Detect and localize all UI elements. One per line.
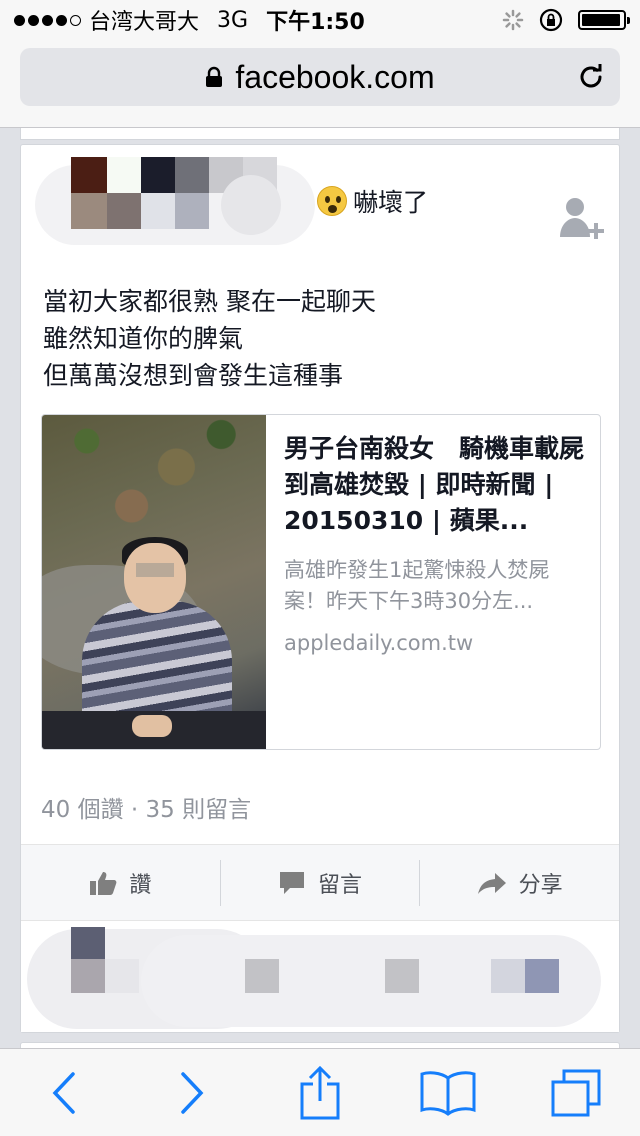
battery-icon (578, 10, 630, 30)
share-arrow-icon (477, 872, 506, 894)
add-friend-icon[interactable] (557, 193, 605, 249)
share-icon (300, 1065, 340, 1119)
feed-story: 嚇壞了 當初大家都很熟 聚在一起聊天 雖然知道你的脾氣 但萬萬沒想到會發生這種事 (20, 144, 620, 1033)
comment-preview-censored (21, 920, 619, 1032)
news-feed: 嚇壞了 當初大家都很熟 聚在一起聊天 雖然知道你的脾氣 但萬萬沒想到會發生這種事 (20, 128, 620, 1033)
orientation-lock-icon (539, 8, 563, 32)
share-label: 分享 (518, 872, 563, 898)
shared-link-card[interactable]: 男子台南殺女 騎機車載屍到高雄焚毀 | 即時新聞 | 20150310 | 蘋果… (41, 414, 601, 750)
link-thumbnail (42, 415, 266, 749)
like-label: 讚 (129, 872, 152, 898)
comment-button[interactable]: 留言 (219, 859, 420, 906)
url-text: facebook.com (235, 58, 435, 95)
link-description: 高雄昨發生1起驚悚殺人焚屍案！昨天下午3時30分左... (284, 558, 550, 613)
activity-spinner-icon (502, 9, 524, 31)
thumbs-up-icon (90, 871, 117, 895)
browser-address-bar: facebook.com (0, 40, 640, 128)
lock-icon (205, 66, 223, 88)
clock: 下午1:50 (266, 10, 365, 35)
open-book-icon (420, 1070, 476, 1116)
forward-button[interactable] (162, 1063, 222, 1123)
chevron-right-icon (181, 1071, 204, 1114)
like-button[interactable]: 讚 (21, 860, 220, 906)
fearful-face-icon (317, 186, 347, 216)
story-actions: 讚 留言 分享 (21, 844, 619, 920)
carrier-name: 台湾大哥大 (89, 10, 200, 35)
reload-icon[interactable] (576, 62, 606, 96)
status-bar: 台湾大哥大 3G 下午1:50 (0, 0, 640, 40)
censored-commenter-avatar (71, 927, 105, 959)
share-button[interactable]: 分享 (419, 859, 619, 906)
story-message: 當初大家都很熟 聚在一起聊天 雖然知道你的脾氣 但萬萬沒想到會發生這種事 (21, 265, 619, 394)
link-domain: appledaily.com.tw (284, 631, 474, 655)
battery-level (582, 14, 620, 26)
url-field[interactable]: facebook.com (20, 48, 620, 106)
story-header: 嚇壞了 (21, 145, 619, 265)
share-sheet-button[interactable] (290, 1063, 350, 1123)
message-line: 但萬萬沒想到會發生這種事 (43, 361, 344, 390)
feeling-label: 嚇壞了 (317, 183, 428, 219)
chevron-left-icon (52, 1071, 75, 1114)
previous-story-edge (20, 128, 620, 140)
back-button[interactable] (34, 1063, 94, 1123)
feeling-text: 嚇壞了 (353, 188, 429, 217)
story-stats[interactable]: 40 個讚 · 35 則留言 (21, 790, 619, 844)
tabs-button[interactable] (546, 1063, 606, 1123)
signal-strength-icon (14, 14, 81, 26)
network-type: 3G (217, 7, 249, 33)
comment-bubble-icon (280, 871, 304, 894)
bookmarks-button[interactable] (418, 1063, 478, 1123)
link-title: 男子台南殺女 騎機車載屍到高雄焚毀 | 即時新聞 | 20150310 | 蘋果… (284, 434, 584, 535)
blurred-eyes (136, 563, 174, 577)
message-line: 當初大家都很熟 聚在一起聊天 (43, 287, 376, 316)
comment-label: 留言 (318, 872, 363, 898)
censored-avatar[interactable] (71, 157, 107, 193)
tabs-icon (551, 1069, 601, 1116)
browser-toolbar (0, 1048, 640, 1136)
message-line: 雖然知道你的脾氣 (43, 324, 244, 353)
